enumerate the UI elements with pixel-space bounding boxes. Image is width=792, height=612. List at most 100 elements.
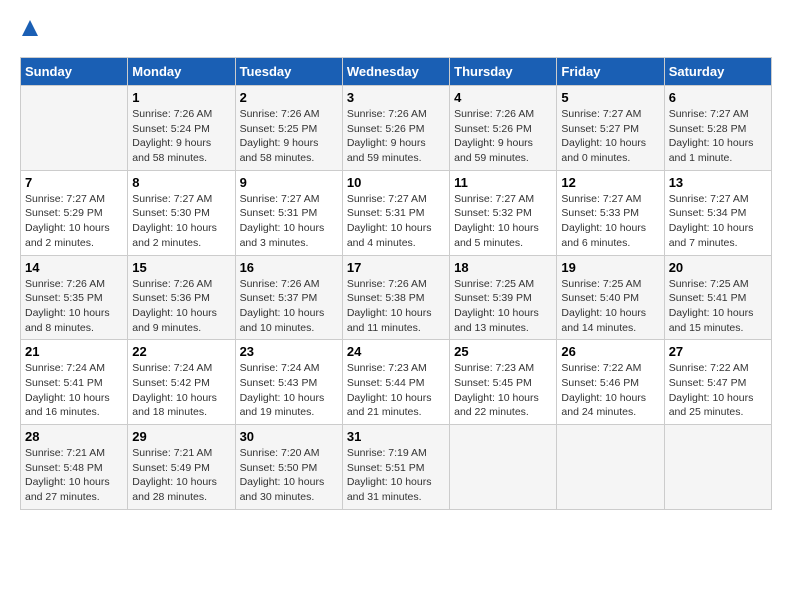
day-number: 31 <box>347 429 445 444</box>
day-info: Sunrise: 7:27 AMSunset: 5:31 PMDaylight:… <box>240 192 338 251</box>
day-info: Sunrise: 7:25 AMSunset: 5:39 PMDaylight:… <box>454 277 552 336</box>
day-info: Sunrise: 7:26 AMSunset: 5:26 PMDaylight:… <box>454 107 552 166</box>
calendar-week-row: 14 Sunrise: 7:26 AMSunset: 5:35 PMDayligh… <box>21 255 772 340</box>
logo <box>20 20 38 41</box>
day-info: Sunrise: 7:26 AMSunset: 5:37 PMDaylight:… <box>240 277 338 336</box>
day-info: Sunrise: 7:27 AMSunset: 5:29 PMDaylight:… <box>25 192 123 251</box>
calendar-week-row: 28Sunrise: 7:21 AMSunset: 5:48 PMDayligh… <box>21 425 772 510</box>
calendar-week-row: 21Sunrise: 7:24 AMSunset: 5:41 PMDayligh… <box>21 340 772 425</box>
calendar-table: SundayMondayTuesdayWednesdayThursdayFrid… <box>20 57 772 510</box>
day-info: Sunrise: 7:21 AMSunset: 5:48 PMDaylight:… <box>25 446 123 505</box>
calendar-cell: 30 Sunrise: 7:20 AMSunset: 5:50 PMDayligh… <box>235 425 342 510</box>
day-number: 16 <box>240 260 338 275</box>
calendar-week-row: 1 Sunrise: 7:26 AMSunset: 5:24 PMDaylight… <box>21 86 772 171</box>
day-info: Sunrise: 7:26 AMSunset: 5:26 PMDaylight:… <box>347 107 445 166</box>
calendar-cell: 21Sunrise: 7:24 AMSunset: 5:41 PMDayligh… <box>21 340 128 425</box>
day-info: Sunrise: 7:24 AMSunset: 5:43 PMDaylight:… <box>240 361 338 420</box>
calendar-cell: 13 Sunrise: 7:27 AMSunset: 5:34 PMDayligh… <box>664 170 771 255</box>
day-number: 18 <box>454 260 552 275</box>
calendar-cell: 4 Sunrise: 7:26 AMSunset: 5:26 PMDaylight… <box>450 86 557 171</box>
day-number: 11 <box>454 175 552 190</box>
day-number: 5 <box>561 90 659 105</box>
day-number: 27 <box>669 344 767 359</box>
day-number: 2 <box>240 90 338 105</box>
calendar-cell: 16 Sunrise: 7:26 AMSunset: 5:37 PMDayligh… <box>235 255 342 340</box>
day-info: Sunrise: 7:24 AMSunset: 5:42 PMDaylight:… <box>132 361 230 420</box>
day-number: 3 <box>347 90 445 105</box>
calendar-cell: 9 Sunrise: 7:27 AMSunset: 5:31 PMDaylight… <box>235 170 342 255</box>
calendar-cell: 26 Sunrise: 7:22 AMSunset: 5:46 PMDayligh… <box>557 340 664 425</box>
day-number: 6 <box>669 90 767 105</box>
day-info: Sunrise: 7:27 AMSunset: 5:30 PMDaylight:… <box>132 192 230 251</box>
day-number: 15 <box>132 260 230 275</box>
header-thursday: Thursday <box>450 58 557 86</box>
day-number: 1 <box>132 90 230 105</box>
calendar-cell: 12 Sunrise: 7:27 AMSunset: 5:33 PMDayligh… <box>557 170 664 255</box>
day-number: 29 <box>132 429 230 444</box>
day-info: Sunrise: 7:25 AMSunset: 5:40 PMDaylight:… <box>561 277 659 336</box>
calendar-cell: 19 Sunrise: 7:25 AMSunset: 5:40 PMDayligh… <box>557 255 664 340</box>
day-number: 14 <box>25 260 123 275</box>
day-number: 10 <box>347 175 445 190</box>
calendar-cell: 27 Sunrise: 7:22 AMSunset: 5:47 PMDayligh… <box>664 340 771 425</box>
day-number: 26 <box>561 344 659 359</box>
day-number: 19 <box>561 260 659 275</box>
day-info: Sunrise: 7:27 AMSunset: 5:31 PMDaylight:… <box>347 192 445 251</box>
calendar-cell: 29 Sunrise: 7:21 AMSunset: 5:49 PMDayligh… <box>128 425 235 510</box>
header-saturday: Saturday <box>664 58 771 86</box>
day-info: Sunrise: 7:23 AMSunset: 5:45 PMDaylight:… <box>454 361 552 420</box>
calendar-cell: 11 Sunrise: 7:27 AMSunset: 5:32 PMDayligh… <box>450 170 557 255</box>
calendar-cell: 8 Sunrise: 7:27 AMSunset: 5:30 PMDaylight… <box>128 170 235 255</box>
day-number: 23 <box>240 344 338 359</box>
header-sunday: Sunday <box>21 58 128 86</box>
calendar-week-row: 7 Sunrise: 7:27 AMSunset: 5:29 PMDaylight… <box>21 170 772 255</box>
day-info: Sunrise: 7:26 AMSunset: 5:25 PMDaylight:… <box>240 107 338 166</box>
day-number: 24 <box>347 344 445 359</box>
calendar-cell: 22Sunrise: 7:24 AMSunset: 5:42 PMDayligh… <box>128 340 235 425</box>
day-info: Sunrise: 7:26 AMSunset: 5:35 PMDaylight:… <box>25 277 123 336</box>
header-monday: Monday <box>128 58 235 86</box>
day-info: Sunrise: 7:27 AMSunset: 5:28 PMDaylight:… <box>669 107 767 166</box>
day-info: Sunrise: 7:26 AMSunset: 5:24 PMDaylight:… <box>132 107 230 166</box>
day-info: Sunrise: 7:20 AMSunset: 5:50 PMDaylight:… <box>240 446 338 505</box>
day-info: Sunrise: 7:27 AMSunset: 5:34 PMDaylight:… <box>669 192 767 251</box>
day-info: Sunrise: 7:23 AMSunset: 5:44 PMDaylight:… <box>347 361 445 420</box>
day-info: Sunrise: 7:22 AMSunset: 5:47 PMDaylight:… <box>669 361 767 420</box>
day-info: Sunrise: 7:27 AMSunset: 5:33 PMDaylight:… <box>561 192 659 251</box>
header-wednesday: Wednesday <box>342 58 449 86</box>
day-info: Sunrise: 7:22 AMSunset: 5:46 PMDaylight:… <box>561 361 659 420</box>
calendar-cell: 25Sunrise: 7:23 AMSunset: 5:45 PMDayligh… <box>450 340 557 425</box>
calendar-cell: 6 Sunrise: 7:27 AMSunset: 5:28 PMDaylight… <box>664 86 771 171</box>
day-number: 12 <box>561 175 659 190</box>
calendar-cell: 1 Sunrise: 7:26 AMSunset: 5:24 PMDaylight… <box>128 86 235 171</box>
calendar-cell: 17Sunrise: 7:26 AMSunset: 5:38 PMDayligh… <box>342 255 449 340</box>
header-friday: Friday <box>557 58 664 86</box>
day-number: 9 <box>240 175 338 190</box>
calendar-cell: 2 Sunrise: 7:26 AMSunset: 5:25 PMDaylight… <box>235 86 342 171</box>
day-info: Sunrise: 7:19 AMSunset: 5:51 PMDaylight:… <box>347 446 445 505</box>
day-number: 4 <box>454 90 552 105</box>
calendar-cell <box>450 425 557 510</box>
logo-icon <box>22 20 38 36</box>
calendar-cell: 7 Sunrise: 7:27 AMSunset: 5:29 PMDaylight… <box>21 170 128 255</box>
day-info: Sunrise: 7:26 AMSunset: 5:36 PMDaylight:… <box>132 277 230 336</box>
calendar-cell: 10 Sunrise: 7:27 AMSunset: 5:31 PMDayligh… <box>342 170 449 255</box>
header-tuesday: Tuesday <box>235 58 342 86</box>
day-number: 20 <box>669 260 767 275</box>
calendar-cell: 24 Sunrise: 7:23 AMSunset: 5:44 PMDayligh… <box>342 340 449 425</box>
calendar-cell <box>21 86 128 171</box>
calendar-header-row: SundayMondayTuesdayWednesdayThursdayFrid… <box>21 58 772 86</box>
day-info: Sunrise: 7:27 AMSunset: 5:32 PMDaylight:… <box>454 192 552 251</box>
day-number: 7 <box>25 175 123 190</box>
calendar-cell: 31 Sunrise: 7:19 AMSunset: 5:51 PMDayligh… <box>342 425 449 510</box>
calendar-cell: 18 Sunrise: 7:25 AMSunset: 5:39 PMDayligh… <box>450 255 557 340</box>
day-number: 8 <box>132 175 230 190</box>
day-info: Sunrise: 7:24 AMSunset: 5:41 PMDaylight:… <box>25 361 123 420</box>
day-info: Sunrise: 7:21 AMSunset: 5:49 PMDaylight:… <box>132 446 230 505</box>
calendar-cell: 3 Sunrise: 7:26 AMSunset: 5:26 PMDaylight… <box>342 86 449 171</box>
calendar-cell <box>557 425 664 510</box>
day-number: 13 <box>669 175 767 190</box>
page-header <box>20 20 772 41</box>
calendar-cell: 28Sunrise: 7:21 AMSunset: 5:48 PMDayligh… <box>21 425 128 510</box>
day-number: 30 <box>240 429 338 444</box>
